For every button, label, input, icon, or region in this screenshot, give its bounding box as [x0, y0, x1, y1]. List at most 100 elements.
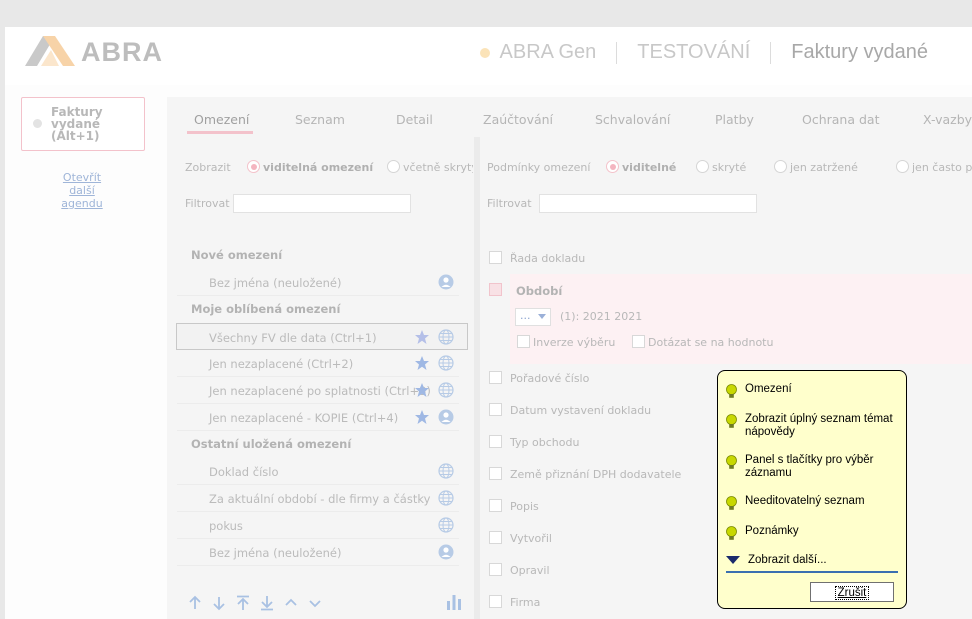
filter-input[interactable] — [233, 194, 411, 213]
radio-including-hidden[interactable] — [387, 160, 400, 173]
abra-logo — [25, 36, 75, 66]
star-icon — [415, 330, 429, 344]
tab-schvalovani[interactable]: Schvalování — [595, 112, 670, 127]
lightbulb-icon — [726, 496, 737, 510]
radio-visible-conds-label: viditelné — [622, 161, 677, 174]
checkbox-dotazat[interactable] — [632, 335, 645, 348]
star-icon — [415, 356, 429, 370]
cond-item: Datum vystavení dokladu — [510, 404, 652, 417]
lightbulb-icon — [726, 384, 737, 398]
help-popup: Omezení Zobrazit úplný seznam témat nápo… — [717, 370, 907, 609]
move-top-icon[interactable] — [235, 595, 251, 611]
checkbox-condition[interactable] — [489, 467, 502, 480]
checkbox-condition[interactable] — [489, 595, 502, 608]
radio-hidden-conds[interactable] — [696, 160, 709, 173]
user-icon — [438, 274, 454, 290]
lightbulb-icon — [726, 414, 737, 428]
list-item[interactable]: Jen nezaplacené - KOPIE (Ctrl+4) — [177, 404, 459, 431]
tab-omezeni[interactable]: Omezení — [194, 112, 249, 127]
logo-text: ABRA — [81, 37, 163, 67]
tab-x-vazby[interactable]: X-vazby — [923, 112, 972, 127]
agenda-title: Faktury vydané — [791, 41, 928, 63]
triangle-down-icon — [726, 556, 740, 564]
user-icon — [438, 544, 454, 560]
star-icon — [415, 410, 429, 424]
radio-hidden-conds-label: skryté — [712, 161, 747, 174]
star-icon — [415, 383, 429, 397]
group-new: Nové omezení — [191, 248, 283, 262]
checkbox-condition[interactable] — [489, 435, 502, 448]
period-value: (1): 2021 2021 — [560, 310, 643, 323]
globe-icon — [438, 355, 454, 371]
bar-chart-icon[interactable] — [445, 593, 463, 611]
globe-icon — [438, 463, 454, 479]
list-item[interactable]: Jen nezaplacené po splatnosti (Ctrl+3) — [177, 377, 459, 404]
checkbox-condition[interactable] — [489, 563, 502, 576]
tab-seznam[interactable]: Seznam — [295, 112, 345, 127]
radio-frequent-only[interactable] — [896, 160, 909, 173]
chevron-up-icon[interactable] — [283, 595, 299, 611]
agenda-tab-faktury-vydane[interactable]: Faktury vydané (Alt+1) — [21, 97, 145, 151]
conditions-filter-input[interactable] — [539, 194, 757, 213]
globe-icon — [438, 382, 454, 398]
restrictions-panel: Zobrazit viditelná omezení včetně skrytý… — [167, 137, 474, 619]
group-favorites: Moje oblíbená omezení — [191, 302, 341, 316]
status-dot — [479, 47, 490, 58]
list-item[interactable]: Doklad číslo — [177, 458, 459, 485]
show-label: Zobrazit — [185, 161, 231, 174]
tab-platby[interactable]: Platby — [715, 112, 754, 127]
tab-detail[interactable]: Detail — [396, 112, 433, 127]
cond-item: Opravil — [510, 564, 550, 577]
move-bottom-icon[interactable] — [259, 595, 275, 611]
list-item[interactable]: Bez jména (neuložené) — [177, 269, 459, 296]
cond-item: Vytvořil — [510, 532, 552, 545]
arrow-up-icon[interactable] — [187, 595, 203, 611]
radio-visible-conds[interactable] — [606, 160, 619, 173]
tab-bar: Omezení Seznam Detail Zaúčtování Schvalo… — [167, 97, 972, 137]
user-icon — [438, 409, 454, 425]
active-tab-indicator — [187, 131, 253, 134]
list-item[interactable]: pokus — [177, 512, 459, 539]
header: ABRA ABRA Gen TESTOVÁNÍ Faktury vydané — [5, 27, 972, 85]
cancel-button[interactable]: Zrušit — [810, 582, 894, 602]
checkbox-obdobi[interactable] — [489, 283, 502, 296]
list-item[interactable]: Jen nezaplacené (Ctrl+2) — [177, 350, 459, 377]
cond-rada-dokladu: Řada dokladu — [510, 252, 586, 265]
cond-item: Firma — [510, 596, 541, 609]
list-item[interactable]: Za aktuální období - dle firmy a částky — [177, 485, 459, 512]
lightbulb-icon — [726, 455, 737, 469]
checkbox-condition[interactable] — [489, 371, 502, 384]
cond-item: Typ obchodu — [510, 436, 580, 449]
radio-checked-only[interactable] — [774, 160, 787, 173]
radio-including-hidden-label: včetně skrytých — [403, 161, 473, 174]
tab-ochrana-dat[interactable]: Ochrana dat — [802, 112, 879, 127]
tab-zauctovani[interactable]: Zaúčtování — [483, 112, 553, 127]
checkbox-condition[interactable] — [489, 403, 502, 416]
conditions-label: Podmínky omezení — [487, 161, 591, 174]
checkbox-inverze[interactable] — [517, 335, 530, 348]
company-name: TESTOVÁNÍ — [637, 41, 751, 63]
header-context: ABRA Gen TESTOVÁNÍ Faktury vydané — [479, 41, 928, 64]
list-item[interactable]: Bez jména (neuložené) — [177, 539, 459, 566]
agenda-label: Faktury vydané (Alt+1) — [51, 105, 103, 143]
show-more-link[interactable]: Zobrazit další... — [726, 554, 898, 573]
period-dropdown[interactable]: ... — [515, 308, 551, 326]
cond-item: Popis — [510, 500, 539, 513]
group-other: Ostatní uložená omezení — [191, 437, 352, 451]
agenda-status-icon — [33, 119, 42, 128]
chevron-down-icon[interactable] — [307, 595, 323, 611]
radio-visible-label: viditelná omezení — [263, 161, 374, 174]
checkbox-condition[interactable] — [489, 499, 502, 512]
product-name: ABRA Gen — [499, 41, 597, 63]
dotazat-label: Dotázat se na hodnotu — [648, 336, 774, 349]
cond-item: Země přiznání DPH dodavatele — [510, 468, 682, 481]
arrow-down-icon[interactable] — [211, 595, 227, 611]
globe-icon — [438, 329, 454, 345]
radio-frequent-only-label: jen často pou — [912, 161, 972, 174]
filter-label: Filtrovat — [487, 197, 532, 210]
open-agenda-link[interactable]: Otevřít další agendu — [51, 171, 113, 210]
checkbox-rada-dokladu[interactable] — [489, 251, 502, 264]
checkbox-condition[interactable] — [489, 531, 502, 544]
radio-visible[interactable] — [247, 160, 260, 173]
list-item-selected[interactable]: Všechny FV dle data (Ctrl+1) — [176, 323, 468, 350]
